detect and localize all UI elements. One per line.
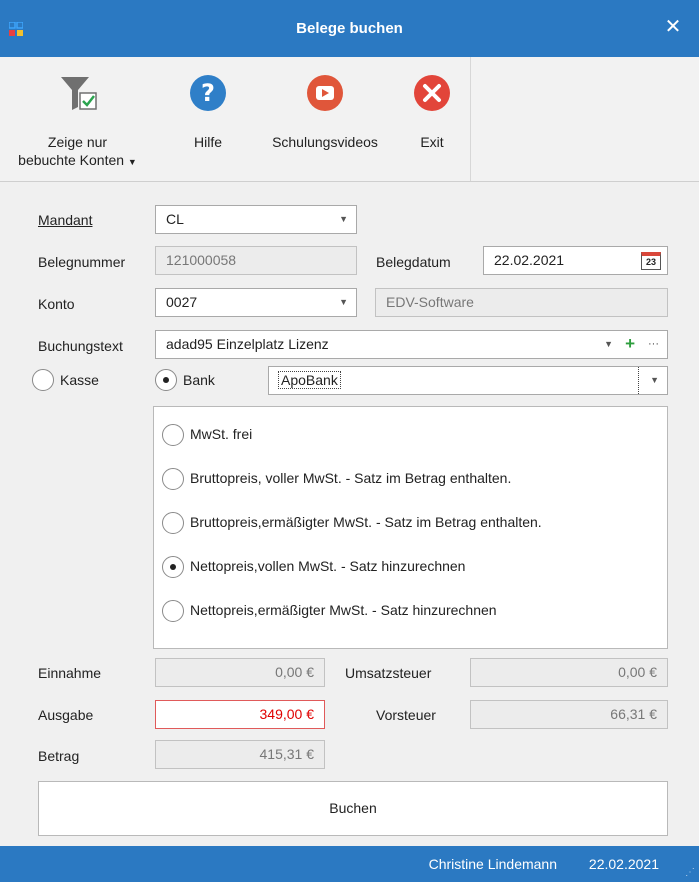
help-icon: ?	[190, 75, 226, 111]
resize-grip-icon[interactable]: ⋰	[685, 867, 695, 878]
more-icon[interactable]: ···	[648, 331, 659, 358]
konto-label: Konto	[38, 296, 75, 312]
ausgabe-label: Ausgabe	[38, 707, 94, 723]
bank-dropdown-divider	[638, 367, 639, 394]
mwst-radio[interactable]	[162, 424, 184, 446]
buchungstext-label: Buchungstext	[38, 338, 123, 354]
filter-check-icon	[61, 77, 97, 110]
kasse-radio-circle[interactable]	[32, 369, 54, 391]
bank-radio-circle[interactable]	[155, 369, 177, 391]
mwst-option-label: Nettopreis,ermäßigter MwSt. - Satz hinzu…	[190, 602, 497, 618]
belegdatum-label: Belegdatum	[376, 254, 451, 270]
belegnummer-label: Belegnummer	[38, 254, 126, 270]
konto-select[interactable]: 0027 ▼	[155, 288, 357, 317]
buchungstext-field[interactable]: adad95 Einzelplatz Lizenz ▼ + ···	[155, 330, 668, 359]
exit-icon	[414, 75, 450, 111]
close-icon[interactable]: ✕	[661, 15, 685, 39]
help-label: Hilfe	[193, 134, 222, 150]
chevron-down-icon: ▼	[127, 157, 137, 167]
bank-select[interactable]: ApoBank ▼	[268, 366, 668, 395]
mwst-radio[interactable]	[162, 556, 184, 578]
video-icon	[307, 75, 343, 111]
kasse-radio[interactable]: Kasse	[32, 369, 132, 395]
booking-form: Mandant CL ▼ Belegnummer 121000058 Beleg…	[0, 183, 699, 846]
chevron-down-icon: ▼	[339, 214, 348, 224]
status-user: Christine Lindemann	[428, 856, 557, 872]
konto-name-field: EDV-Software	[375, 288, 668, 317]
calendar-icon[interactable]: 23	[641, 252, 661, 270]
training-videos-button[interactable]: Schulungsvideos	[258, 57, 392, 181]
window-title: Belege buchen	[296, 20, 403, 37]
title-bar: Belege buchen ✕	[0, 0, 699, 57]
mwst-options-box: MwSt. frei Bruttopreis, voller MwSt. - S…	[153, 406, 668, 649]
status-date: 22.02.2021	[588, 856, 659, 872]
ribbon-toolbar: Zeige nur bebuchte Konten ▼ ? Hilfe Schu…	[0, 57, 699, 182]
exit-label: Exit	[420, 134, 444, 150]
umsatzsteuer-label: Umsatzsteuer	[345, 665, 432, 681]
bank-radio[interactable]: Bank	[155, 369, 255, 395]
training-videos-label: Schulungsvideos	[272, 134, 378, 150]
show-booked-label-1: Zeige nur	[47, 134, 108, 150]
chevron-down-icon[interactable]: ▼	[650, 367, 659, 394]
mwst-option-label: MwSt. frei	[190, 426, 253, 442]
show-booked-label-2: bebuchte Konten ▼	[18, 152, 137, 168]
mwst-radio[interactable]	[162, 600, 184, 622]
chevron-down-icon[interactable]: ▼	[604, 331, 613, 358]
svg-text:?: ?	[201, 79, 215, 107]
mandant-label: Mandant	[38, 212, 93, 228]
belegdatum-field[interactable]: 22.02.2021 23	[483, 246, 668, 275]
mwst-radio[interactable]	[162, 512, 184, 534]
buchen-button[interactable]: Buchen	[38, 781, 668, 836]
mandant-select[interactable]: CL ▼	[155, 205, 357, 234]
chevron-down-icon: ▼	[339, 297, 348, 307]
show-booked-accounts-button[interactable]: Zeige nur bebuchte Konten ▼	[0, 57, 155, 181]
bank-label: Bank	[183, 372, 215, 388]
vorsteuer-label: Vorsteuer	[376, 707, 436, 723]
betrag-field: 415,31 €	[155, 740, 325, 769]
mwst-option-label: Bruttopreis,ermäßigter MwSt. - Satz im B…	[190, 514, 542, 530]
umsatzsteuer-field: 0,00 €	[470, 658, 668, 687]
mwst-option-label: Nettopreis,vollen MwSt. - Satz hinzurech…	[190, 558, 466, 574]
add-icon[interactable]: +	[625, 331, 635, 357]
vorsteuer-field: 66,31 €	[470, 700, 668, 729]
ausgabe-field[interactable]: 349,00 €	[155, 700, 325, 729]
einnahme-field: 0,00 €	[155, 658, 325, 687]
mwst-option-label: Bruttopreis, voller MwSt. - Satz im Betr…	[190, 470, 512, 486]
ribbon-group: Zeige nur bebuchte Konten ▼ ? Hilfe Schu…	[0, 57, 471, 181]
kasse-label: Kasse	[60, 372, 99, 388]
betrag-label: Betrag	[38, 748, 80, 764]
mwst-radio[interactable]	[162, 468, 184, 490]
status-bar: Christine Lindemann 22.02.2021 ⋰	[0, 846, 699, 882]
exit-button[interactable]: Exit	[403, 57, 461, 181]
belegnummer-field: 121000058	[155, 246, 357, 275]
help-button[interactable]: ? Hilfe	[178, 57, 238, 181]
einnahme-label: Einnahme	[38, 665, 102, 681]
